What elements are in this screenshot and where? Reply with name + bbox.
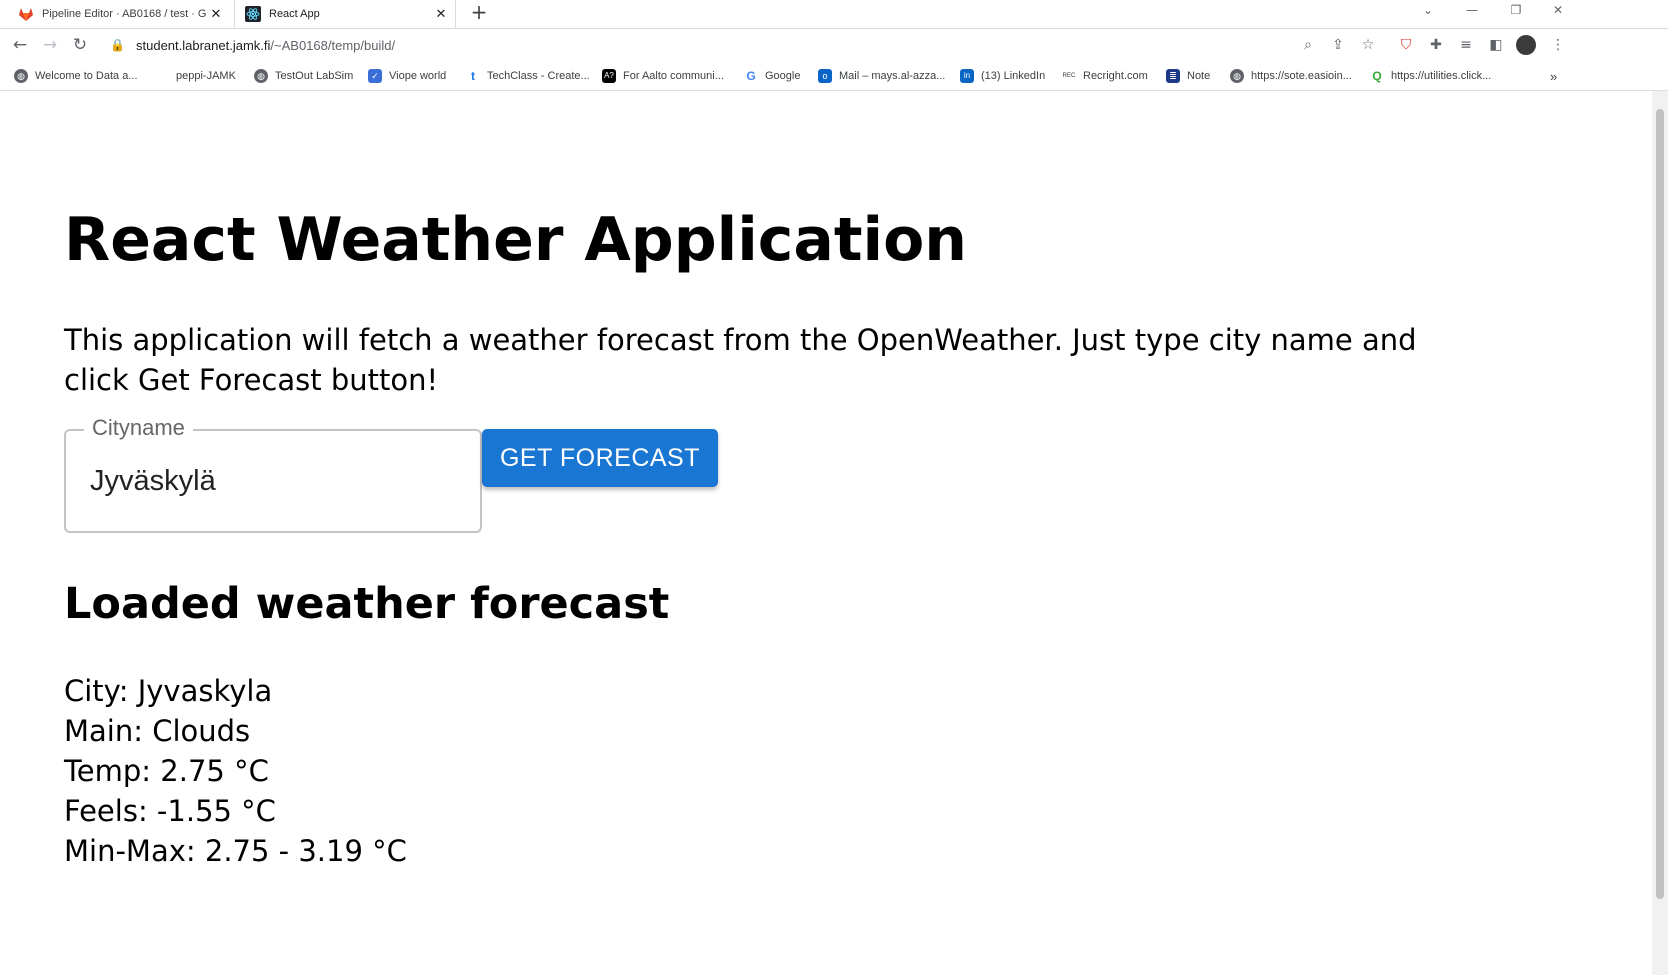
- viope-icon: ✓: [368, 69, 382, 83]
- outlook-icon: o: [818, 69, 832, 83]
- close-tab-icon[interactable]: ✕: [433, 6, 449, 22]
- new-tab-button[interactable]: +: [468, 2, 490, 24]
- bookmark-label: peppi-JAMK: [176, 70, 236, 82]
- tab-title: React App: [269, 8, 320, 20]
- tab-react-app[interactable]: React App ✕: [234, 0, 456, 28]
- bookmark-utilities[interactable]: Q https://utilities.click...: [1370, 67, 1491, 85]
- react-icon: [245, 6, 261, 22]
- bookmark-sote[interactable]: ◍ https://sote.easioin...: [1230, 67, 1352, 85]
- forecast-minmax: Min-Max: 2.75 - 3.19 °C: [64, 834, 407, 868]
- bookmark-star-icon[interactable]: ☆: [1358, 35, 1378, 55]
- share-icon[interactable]: ⇪: [1328, 35, 1348, 55]
- bookmark-techclass[interactable]: t TechClass - Create...: [466, 67, 590, 85]
- lock-icon: 🔒: [110, 38, 125, 52]
- extension-shield-icon[interactable]: ⛉: [1396, 35, 1416, 55]
- bookmark-label: Mail – mays.al-azza...: [839, 70, 946, 82]
- globe-icon: ◍: [14, 69, 28, 83]
- url-host: student.labranet.jamk.fi: [136, 37, 271, 53]
- globe-icon: ◍: [254, 69, 268, 83]
- bookmark-label: TestOut LabSim: [275, 70, 354, 82]
- side-panel-icon[interactable]: ◧: [1486, 35, 1506, 55]
- tab-title: Pipeline Editor · AB0168 / test · G: [42, 8, 207, 20]
- extensions-puzzle-icon[interactable]: ✚: [1426, 35, 1446, 55]
- page-scrollbar[interactable]: [1652, 91, 1668, 975]
- bookmark-label: Viope world: [389, 70, 447, 82]
- aalto-icon: A?: [602, 69, 616, 83]
- forecast-city: City: Jyvaskyla: [64, 674, 273, 708]
- cityname-field[interactable]: Cityname: [64, 413, 482, 533]
- gitlab-icon: [19, 8, 33, 21]
- minimize-icon[interactable]: —: [1450, 0, 1494, 22]
- bookmark-peppi[interactable]: peppi-JAMK: [176, 67, 236, 85]
- close-tab-icon[interactable]: ✕: [208, 6, 224, 22]
- bookmarks-bar: ◍ Welcome to Data a... peppi-JAMK ◍ Test…: [0, 62, 1668, 91]
- forward-icon[interactable]: →: [38, 33, 62, 57]
- bookmark-testout[interactable]: ◍ TestOut LabSim: [254, 67, 353, 85]
- bookmark-label: Note: [1187, 70, 1211, 82]
- tab-search-icon[interactable]: ⌄: [1406, 0, 1450, 22]
- forecast-details: City: Jyvaskyla Main: Clouds Temp: 2.75 …: [64, 671, 407, 871]
- url-path: /~AB0168/temp/build/: [270, 37, 396, 53]
- bookmark-label: Google: [765, 70, 801, 82]
- globe-icon: ◍: [1230, 69, 1244, 83]
- bookmark-label: https://utilities.click...: [1391, 70, 1492, 82]
- bookmark-note[interactable]: ≣ Note: [1166, 67, 1210, 85]
- linkedin-icon: in: [960, 69, 974, 83]
- bookmark-google[interactable]: G Google: [744, 67, 800, 85]
- bookmark-aalto[interactable]: A? For Aalto communi...: [602, 67, 724, 85]
- bookmark-welcome[interactable]: ◍ Welcome to Data a...: [14, 67, 138, 85]
- forecast-temp: Temp: 2.75 °C: [64, 754, 269, 788]
- tab-pipeline-editor[interactable]: Pipeline Editor · AB0168 / test · G ✕: [8, 0, 230, 28]
- utilities-icon: Q: [1370, 69, 1384, 83]
- zoom-icon[interactable]: ⌕: [1298, 35, 1318, 55]
- bookmark-label: For Aalto communi...: [623, 70, 724, 82]
- forecast-main: Main: Clouds: [64, 714, 251, 748]
- reading-list-icon[interactable]: ≡: [1456, 35, 1476, 55]
- scrollbar-thumb[interactable]: [1656, 109, 1664, 899]
- close-window-icon[interactable]: ✕: [1536, 0, 1580, 22]
- forecast-heading: Loaded weather forecast: [64, 579, 670, 629]
- back-icon[interactable]: ←: [8, 33, 32, 57]
- note-icon: ≣: [1166, 69, 1180, 83]
- forecast-feels: Feels: -1.55 °C: [64, 794, 276, 828]
- bookmark-label: https://sote.easioin...: [1251, 70, 1352, 82]
- bookmark-label: Recright.com: [1083, 70, 1148, 82]
- recright-icon: REC: [1062, 69, 1076, 83]
- tab-strip: Pipeline Editor · AB0168 / test · G ✕ Re…: [0, 0, 1668, 29]
- restore-icon[interactable]: ❐: [1494, 0, 1538, 22]
- profile-avatar[interactable]: [1516, 35, 1536, 55]
- google-icon: G: [744, 69, 758, 83]
- bookmark-viope[interactable]: ✓ Viope world: [368, 67, 446, 85]
- address-bar[interactable]: 🔒 student.labranet.jamk.fi/~AB0168/temp/…: [104, 31, 1284, 59]
- bookmark-label: Welcome to Data a...: [35, 70, 138, 82]
- techclass-icon: t: [466, 69, 480, 83]
- browser-toolbar: ← → ↻ 🔒 student.labranet.jamk.fi/~AB0168…: [0, 29, 1668, 61]
- intro-text: This application will fetch a weather fo…: [64, 323, 1417, 397]
- get-forecast-button[interactable]: GET FORECAST: [482, 429, 718, 487]
- cityname-input[interactable]: [90, 459, 450, 503]
- reload-icon[interactable]: ↻: [68, 33, 92, 57]
- menu-kebab-icon[interactable]: ⋮: [1548, 35, 1568, 55]
- bookmark-label: TechClass - Create...: [487, 70, 590, 82]
- bookmarks-overflow-icon[interactable]: »: [1550, 67, 1557, 85]
- bookmark-label: (13) LinkedIn: [981, 70, 1046, 82]
- cityname-label: Cityname: [84, 413, 193, 443]
- page-title: React Weather Application: [64, 205, 968, 275]
- bookmark-linkedin[interactable]: in (13) LinkedIn: [960, 67, 1045, 85]
- bookmark-mail[interactable]: o Mail – mays.al-azza...: [818, 67, 945, 85]
- bookmark-recright[interactable]: REC Recright.com: [1062, 67, 1148, 85]
